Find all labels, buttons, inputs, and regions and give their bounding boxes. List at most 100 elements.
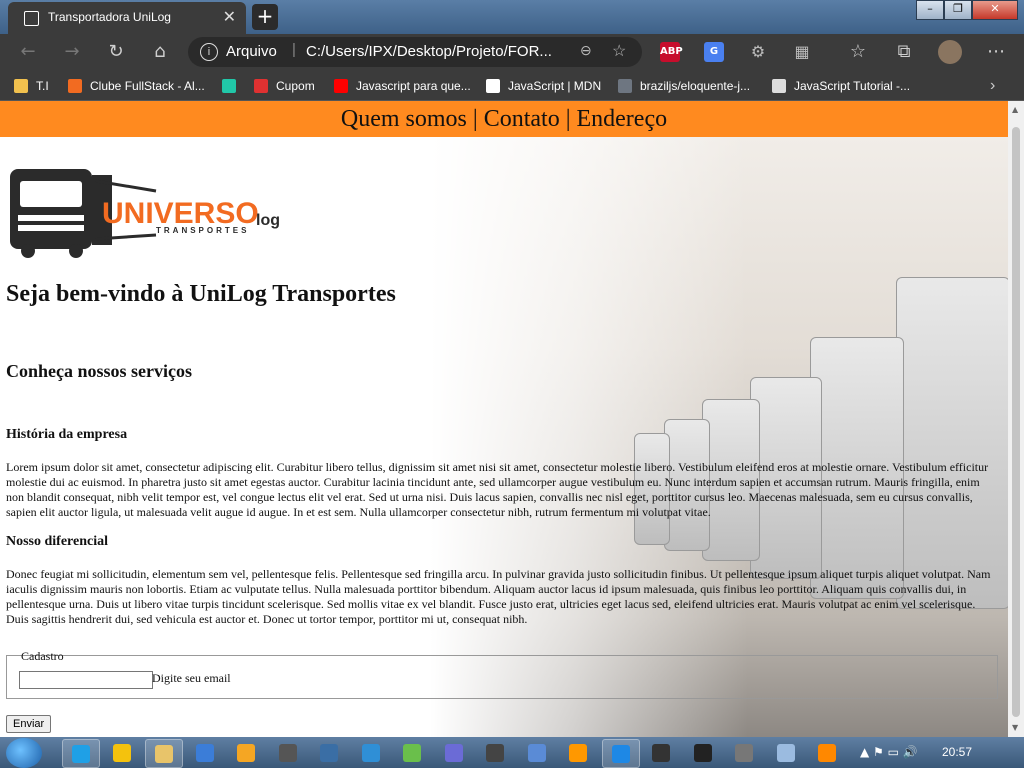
system-tray[interactable]: ▲ ⚑ ▭ 🔊 [860, 745, 918, 759]
bookmark-label: braziljs/eloquente-j... [640, 79, 751, 93]
page-viewport: Quem somos | Contato | Endereço UNIVERSO… [0, 101, 1008, 737]
keyboard-icon [776, 744, 795, 762]
taskbar-app[interactable] [477, 739, 513, 766]
browser-toolbar: ← → ↻ ⌂ i Arquivo | C:/Users/IPX/Desktop… [0, 34, 1024, 70]
mdn-icon [486, 79, 500, 93]
bookmark-label: JavaScript | MDN [508, 79, 602, 93]
app-icon-4 [195, 744, 214, 762]
taskbar-app[interactable] [685, 739, 721, 766]
restore-button[interactable]: ❐ [944, 0, 972, 20]
truck-shape [896, 277, 1008, 609]
app-icon-7 [320, 744, 338, 762]
start-button[interactable] [6, 738, 42, 768]
history-paragraph: Lorem ipsum dolor sit amet, consectetur … [6, 460, 989, 519]
scroll-up-icon[interactable]: ▲ [1012, 105, 1018, 114]
new-tab-button[interactable]: + [252, 4, 278, 30]
taskbar-app[interactable] [436, 739, 472, 766]
taskbar-app[interactable] [768, 739, 804, 766]
window-title-bar: Transportadora UniLog ✕ + – ❐ ✕ [0, 0, 1024, 34]
abp-icon[interactable]: ABP [660, 42, 683, 62]
windows-taskbar: ▲ ⚑ ▭ 🔊 20:57 [0, 737, 1024, 768]
submit-button[interactable]: Enviar [6, 715, 52, 733]
email-input[interactable] [19, 671, 153, 689]
logo-subtitle: TRANSPORTES [156, 226, 249, 235]
gear-icon[interactable]: ⚙ [748, 42, 768, 62]
bookmark-label: Javascript para que... [356, 79, 471, 93]
taskbar-app[interactable] [643, 739, 679, 766]
tab-close-icon[interactable]: ✕ [223, 7, 236, 26]
forward-icon[interactable]: → [60, 40, 84, 64]
differential-heading: Nosso diferencial [6, 534, 109, 549]
site-icon [222, 79, 236, 93]
taskbar-app[interactable] [394, 739, 430, 766]
address-url[interactable]: C:/Users/IPX/Desktop/Projeto/FOR... [306, 43, 568, 60]
taskbar-app[interactable] [145, 739, 183, 768]
taskbar-app[interactable] [62, 739, 100, 768]
taskbar-app[interactable] [726, 739, 762, 766]
github-icon [618, 79, 632, 93]
reload-icon[interactable]: ↻ [104, 40, 128, 64]
bookmark-item[interactable]: JavaScript | MDN [486, 77, 601, 95]
differential-paragraph: Donec feugiat mi sollicitudin, elementum… [6, 567, 991, 626]
logo-suffix: log [256, 212, 280, 229]
address-scheme-label: Arquivo [226, 43, 277, 60]
taskbar-app[interactable] [311, 739, 347, 766]
site-info-icon[interactable]: i [200, 43, 218, 61]
taskbar-app[interactable] [809, 739, 845, 766]
bookmark-item[interactable]: Javascript para que... [334, 77, 471, 95]
page-scrollbar[interactable]: ▲ ▼ [1008, 101, 1024, 737]
add-favorite-icon[interactable]: ☆ [612, 41, 626, 61]
app-icon-15 [652, 744, 670, 762]
bookmark-label: JavaScript Tutorial -... [794, 79, 911, 93]
youtube-icon [334, 79, 348, 93]
bookmark-item[interactable]: braziljs/eloquente-j... [618, 77, 750, 95]
taskbar-app[interactable] [270, 739, 306, 766]
bookmarks-bar: T.I Clube FullStack - Al... Cupom Javasc… [0, 70, 1024, 101]
bookmark-item[interactable]: Cupom [254, 77, 315, 95]
services-heading: Conheça nossos serviços [6, 361, 193, 381]
nav-links[interactable]: Quem somos | Contato | Endereço [341, 106, 667, 132]
app-icon-12 [527, 744, 546, 762]
scroll-thumb[interactable] [1012, 127, 1020, 717]
bookmark-item[interactable]: JavaScript Tutorial -... [772, 77, 910, 95]
vlc-icon [818, 744, 836, 762]
taskbar-app[interactable] [228, 739, 264, 766]
favorites-icon[interactable]: ☆ [846, 40, 870, 64]
explorer-icon [155, 745, 173, 763]
translate-icon[interactable]: G [704, 42, 724, 62]
bookmark-item[interactable]: T.I [14, 77, 49, 95]
taskbar-clock: 20:57 [942, 745, 973, 759]
app-icon-10 [444, 744, 463, 762]
zoom-icon[interactable]: ⊖ [580, 42, 592, 59]
taskbar-app[interactable] [353, 739, 389, 766]
bookmark-item[interactable]: Clube FullStack - Al... [68, 77, 205, 95]
app-icon-8 [361, 744, 380, 762]
bookmark-item[interactable] [222, 77, 244, 95]
profile-avatar[interactable] [938, 40, 962, 64]
taskbar-app[interactable] [187, 739, 223, 766]
browser-tab[interactable]: Transportadora UniLog ✕ [8, 2, 246, 34]
sublime-icon [569, 744, 587, 762]
background-trucks-image [430, 137, 1008, 737]
bookmarks-overflow-icon[interactable]: › [990, 77, 995, 95]
signup-legend: Cadastro [21, 649, 64, 663]
app-icon-9 [403, 744, 421, 762]
home-icon[interactable]: ⌂ [148, 40, 172, 64]
address-bar[interactable]: i Arquivo | C:/Users/IPX/Desktop/Projeto… [188, 37, 642, 67]
bookmark-label: Cupom [276, 79, 315, 93]
more-menu-icon[interactable]: ⋯ [984, 40, 1008, 64]
collections-icon[interactable]: ⧉ [892, 40, 916, 64]
edge-icon [72, 745, 90, 763]
extension-icon[interactable]: ▦ [792, 42, 812, 62]
taskbar-app[interactable] [104, 739, 140, 766]
back-icon[interactable]: ← [16, 40, 40, 64]
folder-icon [14, 79, 28, 93]
page-icon [772, 79, 786, 93]
scroll-down-icon[interactable]: ▼ [1012, 723, 1018, 732]
minimize-button[interactable]: – [916, 0, 944, 20]
taskbar-app[interactable] [519, 739, 555, 766]
taskbar-app[interactable] [560, 739, 596, 766]
close-window-button[interactable]: ✕ [972, 0, 1018, 20]
page-title: Seja bem-vindo à UniLog Transportes [6, 281, 396, 307]
taskbar-app[interactable] [601, 739, 640, 768]
